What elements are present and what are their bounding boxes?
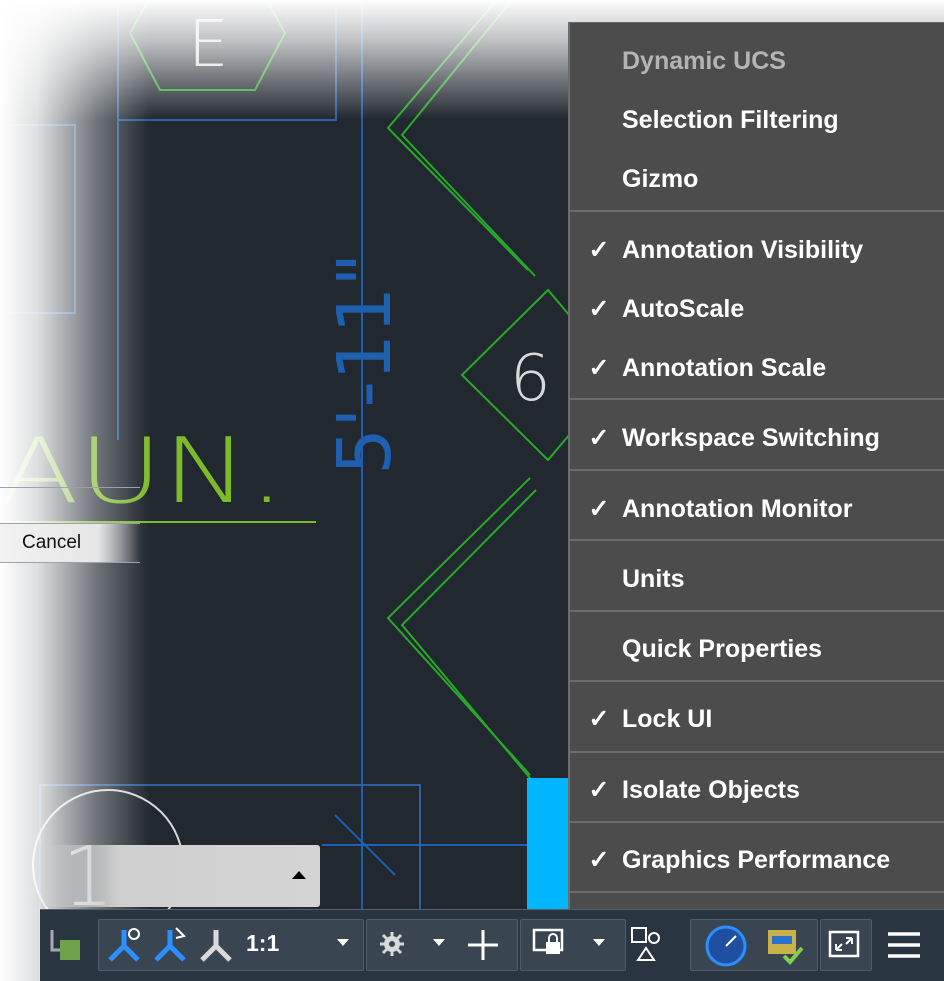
menu-item-annotation-scale[interactable]: ✓ Annotation Scale — [570, 340, 944, 396]
check-icon: ✓ — [588, 354, 610, 382]
menu-item-autoscale[interactable]: ✓ AutoScale — [570, 281, 944, 337]
selection-highlight — [527, 778, 571, 910]
gear-icon[interactable] — [378, 930, 410, 962]
menu-item-label: Workspace Switching — [622, 424, 880, 452]
menu-item-annotation-visibility[interactable]: ✓ Annotation Visibility — [570, 222, 944, 278]
menu-item-isolate-objects[interactable]: ✓ Isolate Objects — [570, 762, 944, 818]
customization-menu: Dynamic UCS Selection Filtering Gizmo ✓ … — [568, 22, 944, 913]
cancel-button[interactable]: Cancel — [22, 532, 81, 554]
check-icon: ✓ — [588, 495, 610, 523]
wall-line-3 — [386, 477, 531, 776]
menu-item-label: Gizmo — [622, 165, 699, 193]
menu-separator — [570, 680, 944, 682]
menu-item-label: Isolate Objects — [622, 776, 800, 804]
check-icon: ✓ — [588, 705, 610, 733]
dialog-button-row: Cancel — [0, 523, 140, 563]
check-icon: ✓ — [588, 846, 610, 874]
status-bar: 1:1 — [40, 909, 944, 981]
wall-line-1 — [386, 0, 529, 271]
menu-item-label: AutoScale — [622, 295, 745, 323]
menu-item-graphics-performance[interactable]: ✓ Graphics Performance — [570, 832, 944, 888]
wall-line-2 — [400, 0, 536, 277]
menu-item-units[interactable]: Units — [570, 551, 944, 607]
menu-separator — [570, 610, 944, 612]
menu-separator — [570, 751, 944, 753]
annotation-scale-value[interactable]: 1:1 — [246, 930, 279, 957]
plus-icon[interactable] — [466, 928, 500, 962]
menu-separator — [570, 891, 944, 893]
menu-item-dynamic-ucs[interactable]: Dynamic UCS — [570, 33, 944, 89]
left-frame — [0, 124, 76, 314]
menu-separator — [570, 539, 944, 541]
menu-item-quick-properties[interactable]: Quick Properties — [570, 621, 944, 677]
diamond-tag-text: 6 — [510, 342, 551, 416]
menu-separator — [570, 469, 944, 471]
check-icon: ✓ — [588, 236, 610, 264]
menu-item-label: Quick Properties — [622, 635, 823, 663]
check-icon: ✓ — [588, 424, 610, 452]
selection-cycling-icon[interactable] — [44, 924, 84, 968]
chevron-down-icon[interactable] — [592, 938, 606, 948]
menu-item-label: Selection Filtering — [622, 106, 839, 134]
menu-separator — [570, 210, 944, 212]
check-icon: ✓ — [588, 776, 610, 804]
menu-item-label: Annotation Visibility — [622, 236, 864, 264]
menu-item-label: Graphics Performance — [622, 846, 891, 874]
menu-separator — [570, 398, 944, 400]
autoscale-icon[interactable] — [150, 924, 190, 964]
menu-separator — [570, 821, 944, 823]
menu-item-workspace-switching[interactable]: ✓ Workspace Switching — [570, 410, 944, 466]
menu-item-label: Annotation Monitor — [622, 495, 853, 523]
isolate-objects-icon[interactable] — [628, 924, 664, 964]
menu-item-label: Dynamic UCS — [622, 47, 786, 75]
drawing-canvas[interactable]: 5'-11" E 6 AUN. 11 Cancel Dynamic UCS — [0, 0, 944, 981]
scale-dropdown[interactable] — [30, 845, 320, 907]
lock-ui-icon[interactable] — [532, 926, 568, 962]
check-icon: ✓ — [588, 295, 610, 323]
fullscreen-icon[interactable] — [828, 928, 862, 962]
caret-up-icon[interactable] — [292, 871, 306, 879]
annotation-visibility-icon[interactable] — [104, 924, 144, 964]
graphics-performance-icon[interactable] — [704, 924, 748, 968]
dimension-text: 5'-11" — [322, 253, 408, 475]
menu-item-selection-filtering[interactable]: Selection Filtering — [570, 92, 944, 148]
menu-item-gizmo[interactable]: Gizmo — [570, 151, 944, 207]
chevron-down-icon[interactable] — [336, 938, 350, 948]
chevron-down-icon[interactable] — [432, 938, 446, 948]
annotation-scale-icon[interactable] — [196, 924, 236, 964]
menu-item-annotation-monitor[interactable]: ✓ Annotation Monitor — [570, 481, 944, 537]
room-label: AUN. — [0, 419, 285, 524]
clean-screen-check-icon[interactable] — [762, 922, 806, 966]
hexagon-tag-text: E — [188, 8, 228, 82]
menu-item-label: Units — [622, 565, 685, 593]
menu-icon[interactable] — [886, 928, 922, 962]
menu-item-lock-ui[interactable]: ✓ Lock UI — [570, 691, 944, 747]
menu-item-label: Annotation Scale — [622, 354, 827, 382]
menu-item-label: Lock UI — [622, 705, 713, 733]
dialog-edge — [0, 487, 140, 488]
